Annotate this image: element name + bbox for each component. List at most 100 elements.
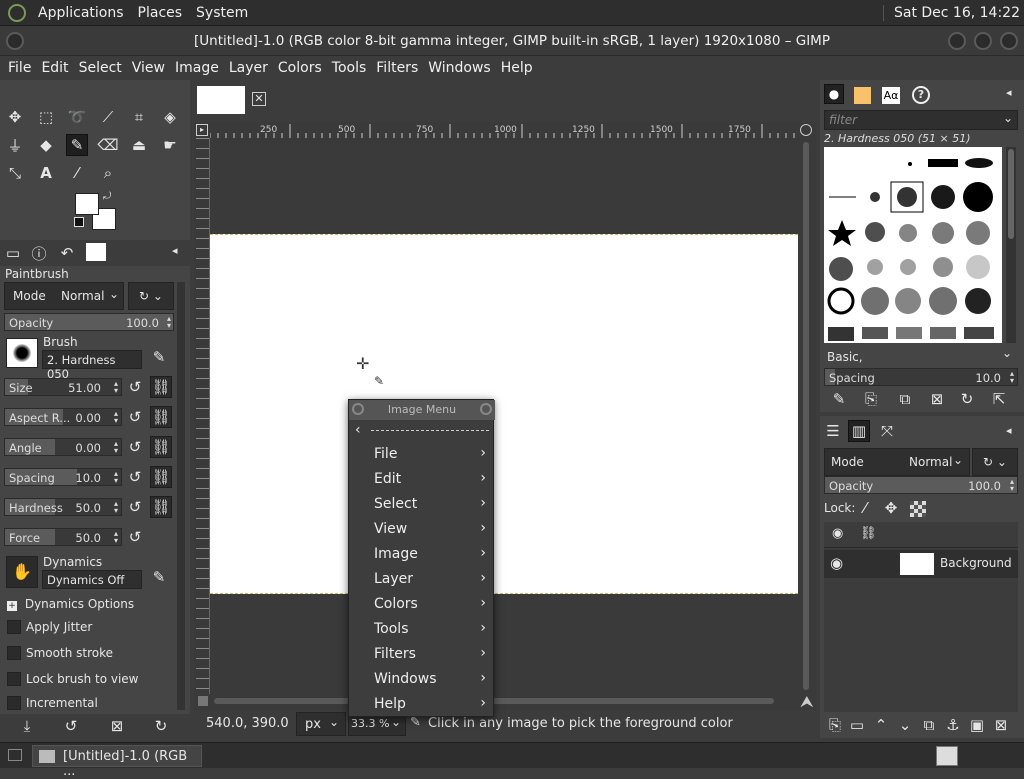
text-tool-icon[interactable]: A: [35, 162, 57, 184]
tool-options-scrollbar[interactable]: [177, 282, 185, 710]
lock-pixels-icon[interactable]: ⁄: [854, 497, 876, 519]
undo-history-tab-icon[interactable]: ↶: [56, 242, 78, 264]
aspect-ratio-slider[interactable]: Aspect R... 0.00 ▴ ▾: [4, 408, 122, 426]
lock-alpha-icon[interactable]: [910, 501, 926, 517]
brush-grid-scrollbar[interactable]: [1006, 147, 1016, 343]
brush-name-field[interactable]: 2. Hardness 050: [42, 350, 142, 381]
image-menu-item-windows[interactable]: Windows ›: [349, 667, 495, 692]
popup-close-icon[interactable]: [480, 403, 492, 415]
save-tool-preset-icon[interactable]: ⤓: [16, 715, 38, 737]
force-reset-icon[interactable]: ↺: [124, 526, 146, 548]
menu-file[interactable]: File: [8, 60, 31, 76]
clone-tool-icon[interactable]: ⏏: [128, 134, 150, 156]
navigate-image-icon[interactable]: ⮝: [800, 692, 814, 712]
image-menu-item-file[interactable]: File ›: [349, 442, 495, 467]
tearoff-back-icon[interactable]: ‹: [355, 422, 361, 438]
bucket-fill-tool-icon[interactable]: ◆: [35, 134, 57, 156]
image-menu-item-select[interactable]: Select ›: [349, 492, 495, 517]
chevron-down-icon[interactable]: ⌄: [109, 287, 119, 301]
hardness-chain-icon[interactable]: ⛓: [150, 496, 172, 518]
tearoff-line[interactable]: [371, 430, 489, 431]
image-tab-thumbnail[interactable]: [197, 86, 245, 114]
aspect-chain-icon[interactable]: ⛓: [150, 406, 172, 428]
channels-tab-icon[interactable]: ▥: [848, 420, 870, 442]
image-menu-item-colors[interactable]: Colors ›: [349, 592, 495, 617]
system-menu[interactable]: System: [196, 5, 248, 21]
image-menu-item-help[interactable]: Help ›: [349, 692, 495, 717]
image-menu-item-image[interactable]: Image ›: [349, 542, 495, 567]
layer-mode-reset-button[interactable]: ↻ ⌄: [972, 448, 1018, 476]
layers-tab-icon[interactable]: ☰: [822, 420, 844, 442]
smudge-tool-icon[interactable]: ☛: [159, 134, 181, 156]
image-canvas[interactable]: [210, 234, 798, 594]
show-desktop-icon[interactable]: [8, 749, 22, 761]
brushes-configure-icon[interactable]: ◂: [1006, 86, 1012, 99]
brush-tag-field[interactable]: Basic,: [827, 350, 863, 364]
angle-chain-icon[interactable]: ⛓: [150, 436, 172, 458]
swap-colors-icon[interactable]: ⤾: [103, 191, 111, 202]
spacing-reset-icon[interactable]: ↺: [124, 466, 146, 488]
rect-select-tool-icon[interactable]: ⬚: [35, 106, 57, 128]
zoom-image-icon[interactable]: [198, 696, 208, 706]
aspect-reset-icon[interactable]: ↺: [124, 406, 146, 428]
fonts-tab-icon[interactable]: Aα: [882, 87, 900, 104]
image-menu-item-edit[interactable]: Edit ›: [349, 467, 495, 492]
layer-row-background[interactable]: ◉ Background: [824, 550, 1018, 578]
default-colors-icon[interactable]: [74, 217, 84, 227]
paintbrush-tool-icon[interactable]: ✎: [66, 134, 88, 156]
layers-configure-icon[interactable]: ◂: [1006, 424, 1012, 437]
close-image-tab-icon[interactable]: ✕: [252, 92, 266, 106]
window-menu-icon[interactable]: [6, 32, 24, 50]
incremental-checkbox[interactable]: Incremental: [7, 696, 98, 710]
edit-brush-footer-icon[interactable]: ✎: [828, 388, 850, 410]
size-slider[interactable]: Size 51.00 ▴ ▾: [4, 378, 122, 396]
menu-windows[interactable]: Windows: [428, 60, 491, 76]
duplicate-layer-icon[interactable]: ⧉: [918, 714, 940, 736]
size-reset-icon[interactable]: ↺: [124, 376, 146, 398]
mode-reset-button[interactable]: ↻ ⌄: [128, 282, 174, 310]
image-menu-item-view[interactable]: View ›: [349, 517, 495, 542]
close-icon[interactable]: [1000, 32, 1018, 50]
image-menu-item-filters[interactable]: Filters ›: [349, 642, 495, 667]
zoom-tool-icon[interactable]: ⌕: [97, 162, 119, 184]
new-brush-icon[interactable]: ⎘: [860, 388, 882, 410]
brushes-tab-icon[interactable]: ●: [824, 84, 844, 104]
brush-preview[interactable]: [6, 338, 38, 368]
edit-dynamics-icon[interactable]: ✎: [148, 566, 170, 588]
menu-image[interactable]: Image: [175, 60, 219, 76]
navigation-corner-icon[interactable]: [800, 124, 812, 136]
mask-layer-icon[interactable]: ▣: [966, 714, 988, 736]
opacity-slider[interactable]: Opacity 100.0 ▴ ▾: [4, 313, 174, 331]
minimize-icon[interactable]: [948, 32, 966, 50]
duplicate-brush-icon[interactable]: ⧉: [894, 388, 916, 410]
crop-tool-icon[interactable]: ⌗: [128, 106, 150, 128]
apply-jitter-checkbox[interactable]: Apply Jitter: [7, 620, 92, 634]
horizontal-scrollbar[interactable]: [210, 694, 800, 708]
delete-tool-preset-icon[interactable]: ⊠: [106, 715, 128, 737]
images-tab-icon[interactable]: [86, 243, 106, 261]
image-menu-item-tools[interactable]: Tools ›: [349, 617, 495, 642]
angle-reset-icon[interactable]: ↺: [124, 436, 146, 458]
brush-spacing-slider[interactable]: Spacing 10.0 ▴ ▾: [824, 368, 1018, 386]
angle-slider[interactable]: Angle 0.00 ▴ ▾: [4, 438, 122, 456]
horizontal-ruler[interactable]: 250 500 750 1000 1250 1500 1750: [210, 122, 800, 138]
restore-tool-preset-icon[interactable]: ↺: [60, 715, 82, 737]
dynamics-options-expander[interactable]: + Dynamics Options: [7, 597, 134, 611]
layer-mode-select[interactable]: Normal: [909, 455, 952, 469]
workspace-switcher[interactable]: [936, 746, 958, 766]
lock-position-icon[interactable]: ✥: [880, 497, 902, 519]
eye-icon[interactable]: ◉: [830, 554, 843, 572]
mode-select[interactable]: Normal: [61, 289, 104, 303]
dynamics-preview[interactable]: ✋: [6, 556, 38, 588]
new-layer-group-icon[interactable]: ▭: [846, 714, 868, 736]
refresh-brushes-icon[interactable]: ↻: [956, 388, 978, 410]
unit-select[interactable]: px ⌄: [296, 712, 346, 736]
warp-tool-icon[interactable]: ⏚: [4, 134, 26, 156]
canvas-area[interactable]: ▸ 250 500 750 1000 1250 1500 1750 ✛ ✎ ⮝: [194, 122, 816, 712]
anchor-layer-icon[interactable]: ⚓: [942, 714, 964, 736]
menu-view[interactable]: View: [132, 60, 165, 76]
eraser-tool-icon[interactable]: ⌫: [97, 134, 119, 156]
device-status-tab-icon[interactable]: ⓘ: [28, 242, 50, 264]
tool-options-tab-icon[interactable]: ▭: [2, 242, 24, 264]
dynamics-field[interactable]: Dynamics Off: [42, 570, 142, 589]
